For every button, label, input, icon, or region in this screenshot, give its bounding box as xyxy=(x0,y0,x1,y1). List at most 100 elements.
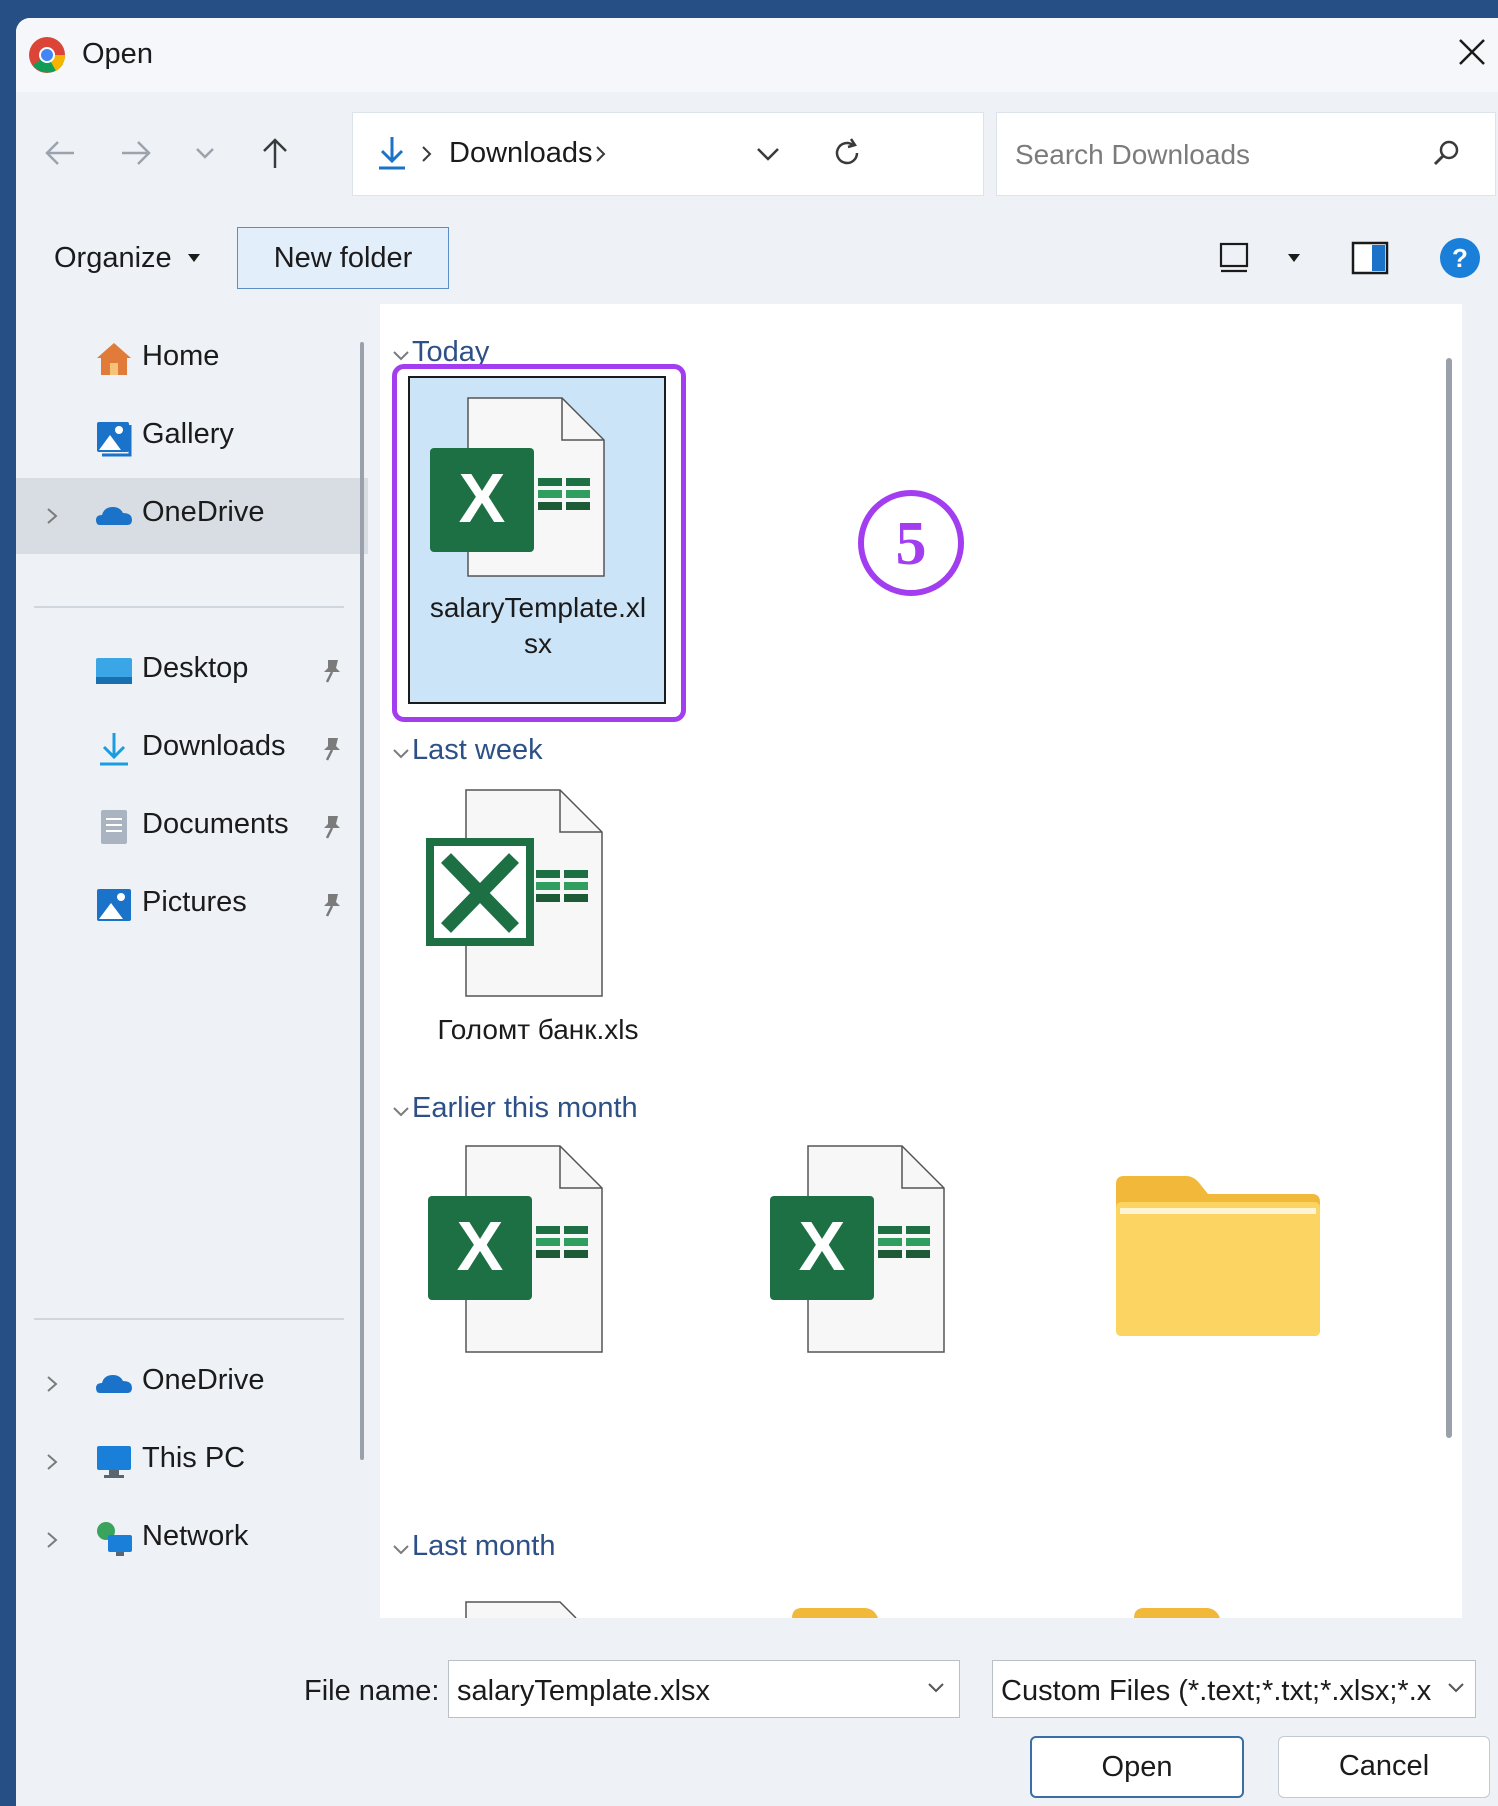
downloads-icon xyxy=(379,137,405,170)
file-type-chevron-icon[interactable] xyxy=(1445,1679,1467,1697)
collapse-chevron-icon[interactable] xyxy=(390,1104,412,1120)
folder-icon-partial[interactable] xyxy=(792,1606,882,1618)
folder-icon-partial[interactable] xyxy=(1134,1606,1224,1618)
gallery-icon xyxy=(97,422,132,457)
open-button[interactable]: Open xyxy=(1030,1736,1244,1798)
excel-legacy-file-icon xyxy=(426,789,603,997)
pin-icon[interactable] xyxy=(318,890,344,920)
network-icon xyxy=(97,1522,132,1556)
organize-button[interactable]: Organize xyxy=(54,242,172,275)
file-item[interactable]: Голомт банк.xls xyxy=(408,784,668,1074)
desktop-icon xyxy=(96,658,132,684)
file-item-selected[interactable]: X salaryTemplate.xl sx xyxy=(408,376,666,704)
cancel-button[interactable]: Cancel xyxy=(1278,1736,1490,1798)
sidebar-item-label: Pictures xyxy=(142,886,247,918)
view-mode-icon[interactable] xyxy=(1218,240,1250,274)
sidebar-item-label: This PC xyxy=(142,1442,246,1474)
search-icon[interactable] xyxy=(1429,137,1463,171)
new-folder-button[interactable]: New folder xyxy=(237,227,449,289)
back-arrow-icon[interactable] xyxy=(38,130,84,176)
help-icon[interactable]: ? xyxy=(1438,236,1482,280)
sidebar-divider xyxy=(34,606,344,608)
sidebar-item-label: Documents xyxy=(142,808,289,840)
group-header-last-month[interactable]: Last month xyxy=(412,1530,555,1563)
breadcrumb-downloads[interactable]: Downloads xyxy=(449,137,592,170)
sidebar-item-label: Home xyxy=(142,340,220,372)
expand-chevron-icon[interactable] xyxy=(42,504,62,528)
group-header-last-week[interactable]: Last week xyxy=(412,734,543,767)
sidebar-item-gallery[interactable]: Gallery xyxy=(16,400,368,476)
footer-bar: File name: salaryTemplate.xlsx Custom Fi… xyxy=(16,1618,1498,1806)
search-box[interactable]: Search Downloads xyxy=(996,112,1496,196)
file-icon-partial[interactable] xyxy=(426,1600,606,1618)
documents-icon xyxy=(101,810,127,844)
navigation-pane: Home Gallery OneDrive Desktop Downloads … xyxy=(16,304,368,1618)
search-input[interactable]: Search Downloads xyxy=(1015,139,1250,171)
title-bar: Open xyxy=(16,18,1498,92)
sidebar-item-documents[interactable]: Documents xyxy=(16,790,368,866)
step-number: 5 xyxy=(896,510,927,578)
file-name-history-chevron-icon[interactable] xyxy=(925,1679,947,1697)
breadcrumb-chevron-icon[interactable] xyxy=(593,143,609,165)
address-bar[interactable]: Downloads xyxy=(352,112,984,196)
file-name-value[interactable]: salaryTemplate.xlsx xyxy=(457,1675,710,1708)
file-type-value: Custom Files (*.text;*.txt;*.xlsx;*.x xyxy=(1001,1675,1431,1707)
sidebar-item-pictures[interactable]: Pictures xyxy=(16,868,368,944)
excel-file-icon: X xyxy=(770,1145,945,1353)
pin-icon[interactable] xyxy=(318,656,344,686)
sidebar-item-network[interactable]: Network xyxy=(16,1502,368,1578)
refresh-icon[interactable] xyxy=(829,135,865,171)
sidebar-item-onedrive-root[interactable]: OneDrive xyxy=(16,1346,368,1422)
folder-item[interactable] xyxy=(1092,1144,1352,1464)
collapse-chevron-icon[interactable] xyxy=(390,746,412,762)
recent-locations-chevron-icon[interactable] xyxy=(182,130,228,176)
sidebar-item-onedrive[interactable]: OneDrive xyxy=(16,478,368,554)
step-number-badge: 5 xyxy=(858,490,964,596)
expand-chevron-icon[interactable] xyxy=(42,1372,62,1396)
sidebar-item-label: OneDrive xyxy=(142,1364,265,1396)
sidebar-item-home[interactable]: Home xyxy=(16,322,368,398)
sidebar-scrollbar[interactable] xyxy=(360,342,364,1460)
close-icon[interactable] xyxy=(1452,32,1492,72)
sidebar-item-downloads[interactable]: Downloads xyxy=(16,712,368,788)
preview-pane-icon[interactable] xyxy=(1350,240,1390,276)
pin-icon[interactable] xyxy=(318,734,344,764)
breadcrumb-chevron-icon xyxy=(422,146,432,162)
sidebar-item-this-pc[interactable]: This PC xyxy=(16,1424,368,1500)
this-pc-icon xyxy=(97,1446,131,1478)
open-file-dialog: Open Downloads Search Downloads Organize… xyxy=(16,18,1498,1806)
home-icon xyxy=(97,343,131,375)
address-history-chevron-icon[interactable] xyxy=(753,141,783,167)
file-name: Голомт банк.xls xyxy=(437,1014,639,1045)
file-type-select[interactable]: Custom Files (*.text;*.txt;*.xlsx;*.x xyxy=(992,1660,1476,1718)
collapse-chevron-icon[interactable] xyxy=(390,1542,412,1558)
chrome-icon xyxy=(29,37,66,73)
window-title: Open xyxy=(82,38,153,70)
file-list: Today X salaryTemplate.xl sx 5 Last week xyxy=(380,304,1462,1618)
sidebar-item-desktop[interactable]: Desktop xyxy=(16,634,368,710)
file-name-field[interactable]: salaryTemplate.xlsx xyxy=(448,1660,960,1718)
expand-chevron-icon[interactable] xyxy=(42,1528,62,1552)
group-header-earlier-this-month[interactable]: Earlier this month xyxy=(412,1092,638,1125)
pin-icon[interactable] xyxy=(318,812,344,842)
up-arrow-icon[interactable] xyxy=(252,130,298,176)
collapse-chevron-icon[interactable] xyxy=(390,348,412,364)
new-folder-label: New folder xyxy=(273,242,413,274)
file-list-scrollbar[interactable] xyxy=(1446,358,1452,1438)
sidebar-item-label: Downloads xyxy=(142,730,286,762)
forward-arrow-icon[interactable] xyxy=(112,130,158,176)
file-name-label: File name: xyxy=(304,1675,440,1707)
sidebar-item-label: Network xyxy=(142,1520,249,1552)
pictures-icon xyxy=(97,889,131,921)
svg-text:?: ? xyxy=(1452,243,1468,273)
file-item[interactable]: X xyxy=(750,1144,1010,1464)
file-name-line1: salaryTemplate.xl xyxy=(429,592,647,623)
organize-dropdown-icon[interactable] xyxy=(186,252,202,264)
view-options-dropdown-icon[interactable] xyxy=(1286,252,1302,264)
expand-chevron-icon[interactable] xyxy=(42,1450,62,1474)
excel-file-icon: X xyxy=(428,1145,603,1353)
svg-text:X: X xyxy=(459,459,506,537)
onedrive-icon xyxy=(96,507,132,525)
file-item[interactable]: X xyxy=(408,1144,668,1464)
onedrive-icon xyxy=(96,1375,132,1393)
